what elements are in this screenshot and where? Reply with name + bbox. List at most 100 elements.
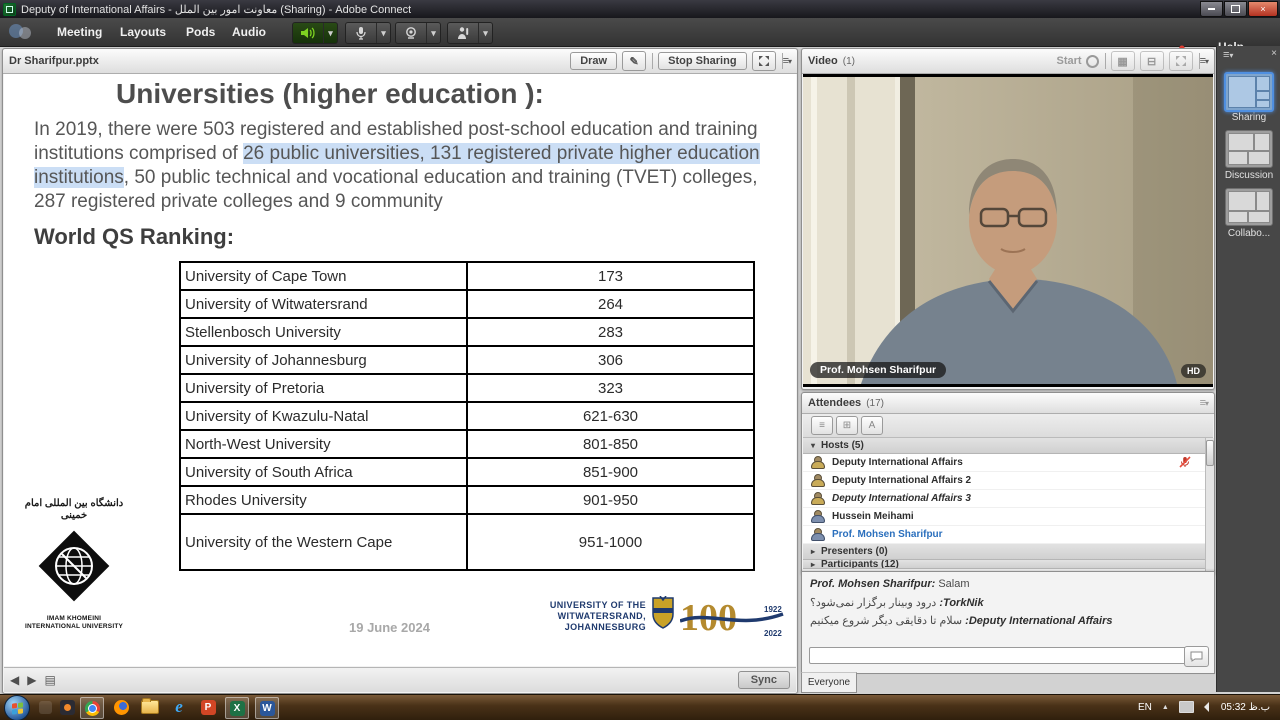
taskbar-pinned-app-icon[interactable] — [34, 697, 56, 717]
raise-hand-caret-icon[interactable]: ▾ — [478, 23, 492, 43]
video-pod-menu-button[interactable]: ≡▾ — [1200, 55, 1208, 67]
scrollbar-thumb[interactable] — [1206, 440, 1214, 466]
start-button[interactable] — [4, 695, 30, 720]
raise-hand-button[interactable]: ▾ — [447, 22, 493, 44]
wits-logo: UNIVERSITY OF THE WITWATERSRAND, JOHANNE… — [534, 592, 784, 652]
taskbar-excel-icon[interactable]: X — [225, 697, 249, 719]
chat-sender-name: Deputy International Affairs: — [965, 615, 1112, 627]
webcam-caret-icon[interactable]: ▾ — [426, 23, 440, 43]
attendee-row[interactable]: Deputy International Affairs — [803, 454, 1205, 472]
attendee-status-view-button[interactable]: A — [861, 416, 883, 435]
collapse-arrow-icon: ▾ — [811, 441, 815, 450]
chat-message: TorkNik: درود وبینار برگزار نمی‌شود؟ — [810, 596, 1206, 609]
layout-thumbnail-collaboration[interactable] — [1225, 188, 1273, 226]
taskbar-ie-icon[interactable]: e — [168, 697, 190, 717]
maximize-icon — [1231, 5, 1240, 13]
tray-expand-icon[interactable]: ▲ — [1162, 704, 1169, 711]
taskbar-app-icon[interactable] — [56, 697, 78, 717]
shared-document-title: Dr Sharifpur.pptx — [9, 55, 99, 67]
host-avatar-icon — [811, 492, 824, 505]
clock[interactable]: 05:32 ب.ظ — [1221, 702, 1270, 713]
menu-audio[interactable]: Audio — [222, 18, 276, 46]
layout-thumbnail-sharing[interactable] — [1224, 72, 1274, 112]
microphone-button[interactable]: ▾ — [345, 22, 391, 44]
video-count: (1) — [843, 56, 855, 67]
divider — [1105, 53, 1106, 69]
minimize-button[interactable] — [1200, 1, 1223, 17]
network-icon[interactable] — [1179, 701, 1194, 713]
participants-group-header[interactable]: ▸ Participants (12) — [803, 560, 1205, 569]
slide-paragraph: In 2019, there were 503 registered and e… — [34, 118, 776, 214]
slide-title: Universities (higher education ): — [116, 78, 544, 110]
university-name-cell: Stellenbosch University — [180, 318, 467, 346]
attendees-count: (17) — [866, 398, 884, 409]
presenters-group-header[interactable]: ▸ Presenters (0) — [803, 544, 1205, 560]
share-pod-menu-button[interactable]: ≡▾ — [783, 55, 791, 67]
stop-sharing-button[interactable]: Stop Sharing — [658, 52, 746, 70]
filmstrip-view-button[interactable]: ⊟ — [1140, 51, 1164, 71]
layout-thumbnail-discussion[interactable] — [1225, 130, 1273, 168]
attendee-list-view-button[interactable]: ≡ — [811, 416, 833, 435]
ikiu-emblem-icon — [32, 524, 116, 608]
table-row: University of Kwazulu-Natal621-630 — [180, 402, 754, 430]
taskbar-firefox-icon[interactable] — [110, 697, 132, 717]
university-name-cell: University of Kwazulu-Natal — [180, 402, 467, 430]
language-indicator[interactable]: EN — [1138, 702, 1152, 713]
attendees-scrollbar[interactable] — [1205, 438, 1214, 572]
draw-button[interactable]: Draw — [570, 52, 617, 70]
previous-slide-button[interactable]: ◀ — [10, 673, 19, 687]
host-avatar-icon — [811, 528, 824, 541]
app-icon — [3, 3, 16, 16]
taskbar-powerpoint-icon[interactable]: P — [197, 697, 219, 717]
speaker-button[interactable]: ▾ — [292, 22, 338, 44]
maximize-button[interactable] — [1224, 1, 1247, 17]
menu-layouts[interactable]: Layouts — [110, 18, 176, 46]
layout-label: Sharing — [1217, 112, 1280, 123]
taskbar-chrome-icon[interactable] — [80, 697, 104, 719]
speaker-caret-icon[interactable]: ▾ — [323, 23, 337, 43]
attendees-pod: Attendees (17) ≡▾ ≡ ⊞ A ▾ Hosts (5) Depu… — [801, 392, 1215, 574]
attendee-row[interactable]: Deputy International Affairs 2 — [803, 472, 1205, 490]
layout-label: Collabo... — [1217, 228, 1280, 239]
rank-cell: 901-950 — [467, 486, 754, 514]
chat-bubble-icon — [1190, 651, 1203, 662]
layout-label: Discussion — [1217, 170, 1280, 181]
hd-badge: HD — [1181, 364, 1206, 378]
breakout-rooms-button[interactable]: ⊞ — [836, 416, 858, 435]
sync-button[interactable]: Sync — [738, 671, 790, 689]
attendee-row[interactable]: Hussein Meihami — [803, 508, 1205, 526]
table-row: University of the Western Cape951-1000 — [180, 514, 754, 570]
chat-input[interactable] — [809, 647, 1187, 664]
menu-meeting[interactable]: Meeting — [47, 18, 112, 46]
taskbar-word-icon[interactable]: W — [255, 697, 279, 719]
volume-icon[interactable] — [1204, 702, 1209, 712]
microphone-muted-icon — [1179, 456, 1191, 468]
chat-message: Prof. Mohsen Sharifpur: Salam — [810, 578, 1206, 590]
attendees-pod-menu-button[interactable]: ≡▾ — [1200, 397, 1208, 409]
host-avatar-icon — [811, 510, 824, 523]
attendees-pod-title: Attendees — [808, 397, 861, 409]
chat-tab-everyone[interactable]: Everyone — [801, 672, 857, 693]
microphone-caret-icon[interactable]: ▾ — [376, 23, 390, 43]
presenter-name-tag: Prof. Mohsen Sharifpur — [810, 362, 946, 378]
layout-bar-close-icon[interactable]: × — [1271, 48, 1277, 59]
rank-cell: 173 — [467, 262, 754, 290]
send-chat-button[interactable] — [1184, 646, 1209, 667]
taskbar-explorer-icon[interactable] — [139, 697, 161, 717]
attendee-row[interactable]: Deputy International Affairs 3 — [803, 490, 1205, 508]
next-slide-button[interactable]: ▶ — [27, 673, 36, 687]
table-row: University of South Africa851-900 — [180, 458, 754, 486]
hosts-group-header[interactable]: ▾ Hosts (5) — [803, 438, 1205, 454]
grid-view-button[interactable]: ▦ — [1111, 51, 1135, 71]
page-preview-icon[interactable]: ▤ — [44, 673, 55, 687]
attendee-row[interactable]: Prof. Mohsen Sharifpur — [803, 526, 1205, 544]
start-webcam-button[interactable]: Start — [1057, 55, 1082, 67]
pointer-pen-button[interactable]: ✎ — [622, 51, 646, 71]
attendees-pod-header: Attendees (17) ≡▾ — [802, 393, 1214, 414]
fullscreen-button[interactable] — [752, 51, 776, 71]
webcam-button[interactable]: ▾ — [395, 22, 441, 44]
close-button[interactable]: × — [1248, 1, 1278, 17]
menu-pods[interactable]: Pods — [176, 18, 225, 46]
video-fullscreen-button[interactable] — [1169, 51, 1193, 71]
layout-bar-menu-button[interactable]: ≡▾ — [1223, 49, 1233, 61]
